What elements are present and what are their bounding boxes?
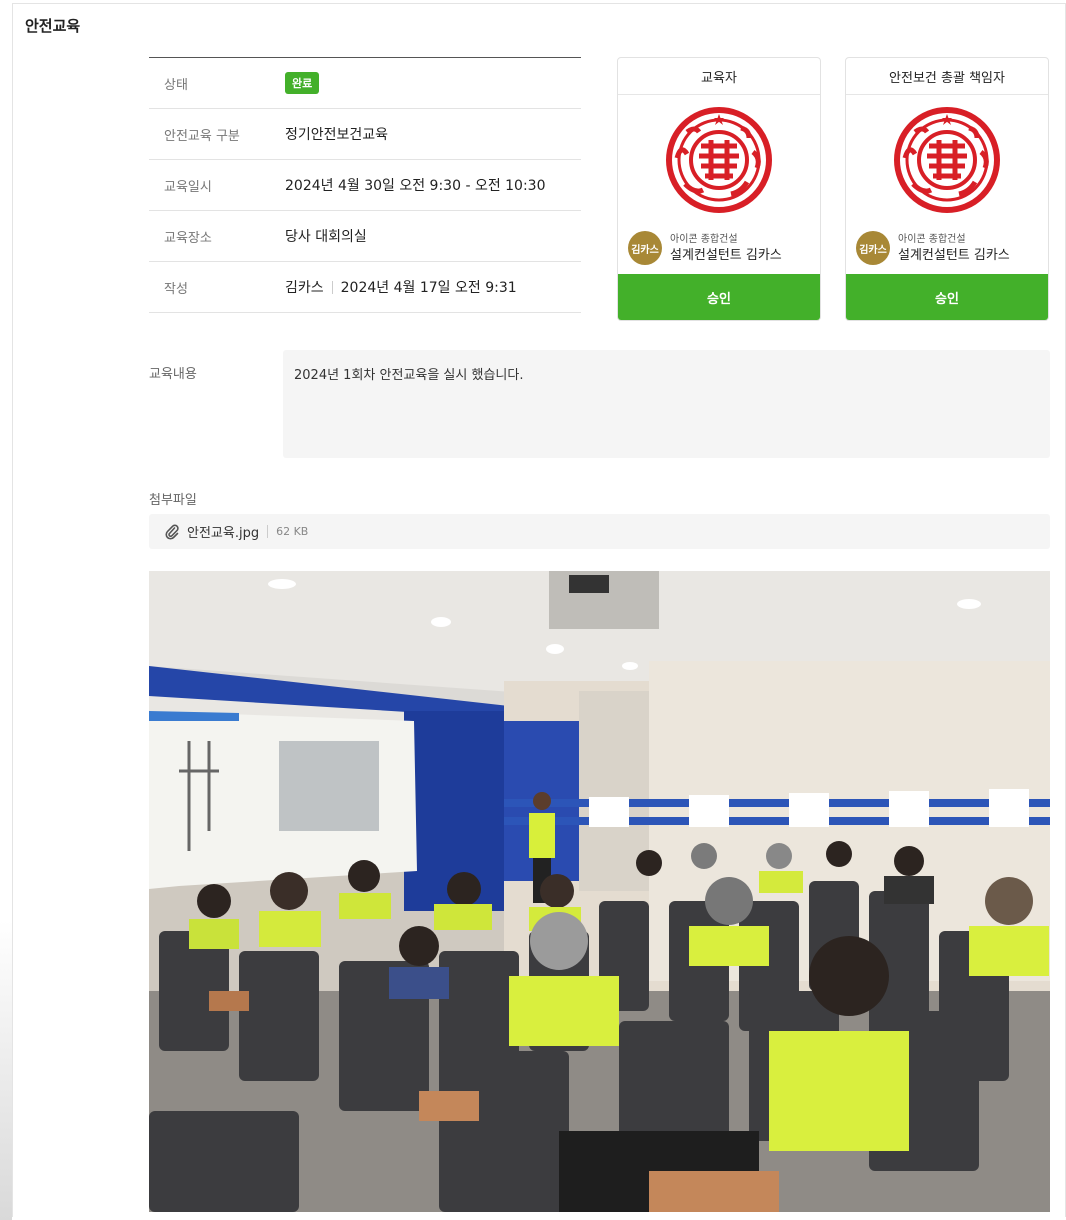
card-title: 안전보건 총괄 책임자	[846, 58, 1048, 95]
content-text: 2024년 1회차 안전교육을 실시 했습니다.	[283, 350, 1050, 458]
author-date: 2024년 4월 17일 오전 9:31	[340, 280, 517, 296]
info-row-status: 상태 완료	[149, 58, 581, 109]
approval-card-instructor: 교육자 김카스 아이콘 종합건설 설계컨설턴트 김카스 승인	[617, 57, 821, 321]
signer-name: 설계컨설턴트 김카스	[898, 248, 1010, 263]
type-label: 안전교육 구분	[164, 128, 240, 144]
approve-button[interactable]: 승인	[618, 274, 820, 320]
signer-company: 아이콘 종합건설	[670, 234, 738, 245]
signer-company: 아이콘 종합건설	[898, 234, 966, 245]
page-title: 안전교육	[25, 17, 81, 35]
attachment-size: 62 KB	[276, 525, 309, 538]
avatar: 김카스	[628, 231, 662, 265]
attached-photo	[149, 571, 1050, 1212]
signer-name: 설계컨설턴트 김카스	[670, 248, 782, 263]
info-row-location: 교육장소 당사 대회의실	[149, 211, 581, 262]
education-info-table: 상태 완료 안전교육 구분 정기안전보건교육 교육일시 2024년 4월 30일…	[149, 57, 581, 313]
signer-info: 김카스 아이콘 종합건설 설계컨설턴트 김카스	[618, 225, 820, 271]
datetime-label: 교육일시	[164, 179, 212, 195]
content-label: 교육내용	[149, 367, 197, 382]
classroom-photo-illustration	[149, 571, 1050, 1212]
type-value: 정기안전보건교육	[285, 127, 389, 143]
seal-stamp-icon	[666, 107, 772, 213]
datetime-value: 2024년 4월 30일 오전 9:30 - 오전 10:30	[285, 178, 546, 194]
attachment-label: 첨부파일	[149, 493, 197, 508]
paperclip-icon	[165, 524, 179, 540]
author-name: 김카스	[285, 280, 324, 296]
author-label: 작성	[164, 281, 188, 297]
card-title: 교육자	[618, 58, 820, 95]
attachment-item[interactable]: 안전교육.jpg 62 KB	[149, 514, 1050, 549]
location-label: 교육장소	[164, 230, 212, 246]
avatar: 김카스	[856, 231, 890, 265]
divider	[267, 525, 269, 538]
attachment-filename[interactable]: 안전교육.jpg	[187, 522, 259, 541]
info-row-author: 작성 김카스 2024년 4월 17일 오전 9:31	[149, 262, 581, 313]
location-value: 당사 대회의실	[285, 229, 367, 245]
approve-button[interactable]: 승인	[846, 274, 1048, 320]
status-label: 상태	[164, 77, 188, 93]
info-row-type: 안전교육 구분 정기안전보건교육	[149, 109, 581, 160]
signer-info: 김카스 아이콘 종합건설 설계컨설턴트 김카스	[846, 225, 1048, 271]
divider	[331, 280, 333, 294]
left-edge-shadow	[0, 920, 12, 1220]
seal-stamp-icon	[894, 107, 1000, 213]
info-row-datetime: 교육일시 2024년 4월 30일 오전 9:30 - 오전 10:30	[149, 160, 581, 211]
approval-card-safety-manager: 안전보건 총괄 책임자 김카스 아이콘 종합건설 설계컨설턴트 김카스 승인	[845, 57, 1049, 321]
status-badge: 완료	[285, 72, 320, 94]
